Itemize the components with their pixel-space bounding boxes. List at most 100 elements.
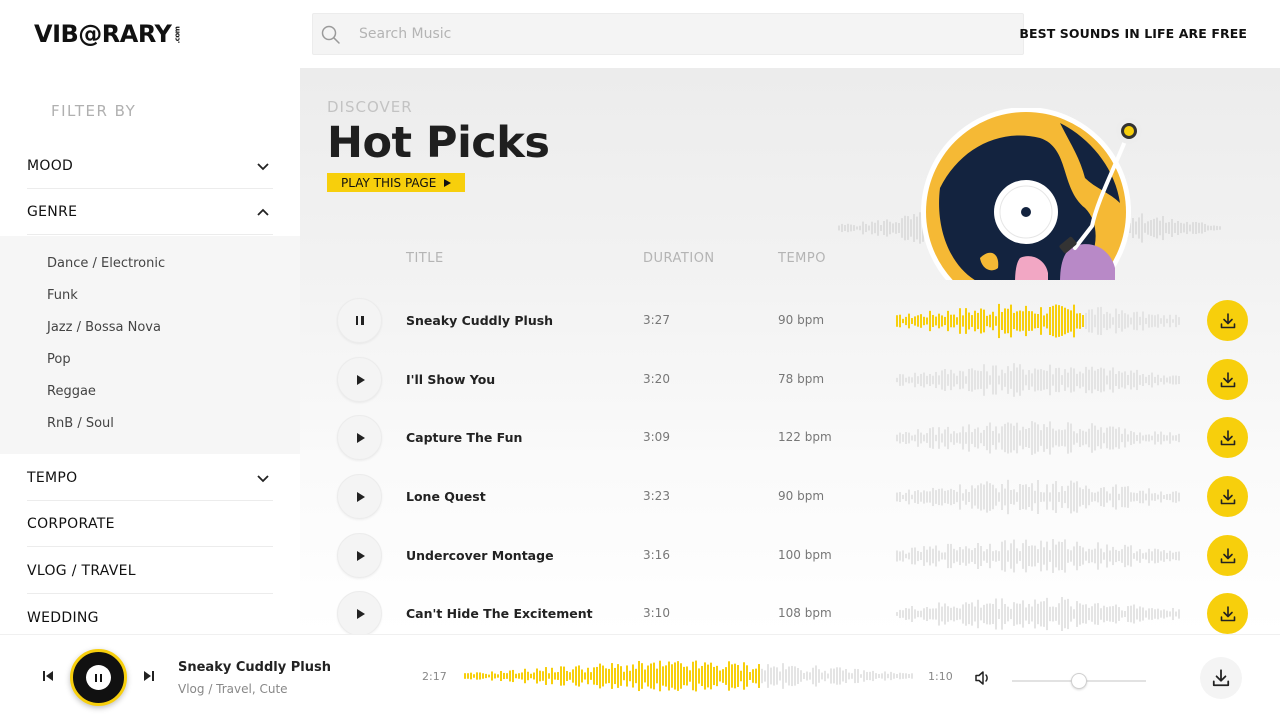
track-title[interactable]: Capture The Fun xyxy=(406,430,522,445)
waveform-bar xyxy=(1169,550,1171,562)
waveform-bar xyxy=(1007,550,1009,562)
waveform-bar xyxy=(1136,311,1138,331)
download-button[interactable] xyxy=(1207,300,1248,341)
pause-button[interactable] xyxy=(337,298,382,343)
waveform-bar xyxy=(1094,425,1096,451)
waveform-bar xyxy=(920,610,922,618)
track-row[interactable]: Lone Quest 3:23 90 bpm xyxy=(300,468,1280,526)
search-bar[interactable] xyxy=(312,13,1024,55)
download-button[interactable] xyxy=(1207,535,1248,576)
genre-reggae[interactable]: Reggae xyxy=(47,384,96,399)
track-waveform[interactable] xyxy=(896,361,1182,399)
waveform-bar xyxy=(1154,609,1156,619)
waveform-bar xyxy=(1178,375,1180,385)
genre-funk[interactable]: Funk xyxy=(47,288,78,303)
waveform-bar xyxy=(1091,309,1093,333)
waveform-bar xyxy=(533,672,535,680)
track-waveform[interactable] xyxy=(896,537,1182,575)
track-title[interactable]: Can't Hide The Excitement xyxy=(406,606,593,621)
genre-jazz-bossa-nova[interactable]: Jazz / Bossa Nova xyxy=(47,320,161,335)
waveform-bar xyxy=(983,309,985,333)
waveform-bar xyxy=(977,427,979,449)
volume-slider[interactable] xyxy=(1012,673,1146,689)
waveform-bar xyxy=(917,429,919,447)
waveform-bar xyxy=(902,550,904,562)
play-button[interactable] xyxy=(337,357,382,402)
waveform-bar xyxy=(932,427,934,449)
track-waveform[interactable] xyxy=(896,302,1182,340)
track-row[interactable]: Undercover Montage 3:16 100 bpm xyxy=(300,527,1280,585)
track-title[interactable]: Undercover Montage xyxy=(406,548,554,563)
waveform-bar xyxy=(905,492,907,502)
play-button[interactable] xyxy=(337,474,382,519)
waveform-bar xyxy=(1159,220,1161,236)
waveform-bar xyxy=(1031,311,1033,331)
filter-genre[interactable]: GENRE xyxy=(27,189,273,235)
logo[interactable]: VIB@RARY .com xyxy=(34,20,186,48)
waveform-bar xyxy=(911,377,913,383)
waveform-bar xyxy=(938,375,940,385)
waveform-bar xyxy=(998,433,1000,443)
track-row[interactable]: I'll Show You 3:20 78 bpm xyxy=(300,351,1280,409)
track-row[interactable]: Capture The Fun 3:09 122 bpm xyxy=(300,409,1280,467)
track-waveform[interactable] xyxy=(896,595,1182,633)
skip-previous-icon[interactable] xyxy=(41,669,55,683)
waveform-bar xyxy=(863,670,865,682)
track-row[interactable]: Can't Hide The Excitement 3:10 108 bpm xyxy=(300,585,1280,634)
track-title[interactable]: Lone Quest xyxy=(406,489,486,504)
waveform-bar xyxy=(980,371,982,389)
player-download-button[interactable] xyxy=(1200,657,1242,699)
play-button[interactable] xyxy=(337,415,382,460)
player-waveform-seekbar[interactable] xyxy=(464,659,916,693)
genre-rnb-soul[interactable]: RnB / Soul xyxy=(47,416,114,431)
track-duration: 3:27 xyxy=(643,313,670,327)
filter-vlog-travel[interactable]: VLOG / TRAVEL xyxy=(27,548,273,594)
download-button[interactable] xyxy=(1207,417,1248,458)
skip-next-icon[interactable] xyxy=(142,669,156,683)
volume-icon[interactable] xyxy=(974,670,992,686)
waveform-bar xyxy=(916,216,918,240)
track-title[interactable]: Sneaky Cuddly Plush xyxy=(406,313,553,328)
filter-corporate[interactable]: CORPORATE xyxy=(27,501,273,547)
track-title[interactable]: I'll Show You xyxy=(406,372,495,387)
download-button[interactable] xyxy=(1207,593,1248,634)
filter-mood[interactable]: MOOD xyxy=(27,143,273,189)
download-button[interactable] xyxy=(1207,359,1248,400)
track-tempo: 90 bpm xyxy=(778,489,825,503)
track-waveform[interactable] xyxy=(896,478,1182,516)
waveform-bar xyxy=(1019,310,1021,332)
waveform-bar xyxy=(548,673,550,679)
play-button[interactable] xyxy=(337,591,382,634)
search-input[interactable] xyxy=(359,14,999,54)
waveform-bar xyxy=(1034,599,1036,629)
track-row[interactable]: Sneaky Cuddly Plush 3:27 90 bpm xyxy=(300,292,1280,350)
waveform-bar xyxy=(740,670,742,682)
waveform-bar xyxy=(1175,491,1177,503)
play-button[interactable] xyxy=(337,533,382,578)
waveform-bar xyxy=(1037,424,1039,452)
volume-slider-handle[interactable] xyxy=(1071,673,1087,689)
waveform-bar xyxy=(935,490,937,504)
waveform-bar xyxy=(1070,480,1072,514)
genre-pop[interactable]: Pop xyxy=(47,352,71,367)
now-playing-title[interactable]: Sneaky Cuddly Plush xyxy=(178,660,331,675)
waveform-bar xyxy=(764,670,766,682)
waveform-bar xyxy=(968,424,970,452)
play-this-page-button[interactable]: PLAY THIS PAGE xyxy=(327,173,466,192)
filter-tempo[interactable]: TEMPO xyxy=(27,455,273,501)
waveform-bar xyxy=(851,673,853,679)
genre-dance-electronic[interactable]: Dance / Electronic xyxy=(47,256,165,271)
waveform-bar xyxy=(953,373,955,387)
waveform-bar xyxy=(1142,607,1144,621)
download-button[interactable] xyxy=(1207,476,1248,517)
waveform-bar xyxy=(1121,610,1123,618)
waveform-bar xyxy=(1175,611,1177,617)
waveform-bar xyxy=(1157,494,1159,500)
waveform-bar xyxy=(956,491,958,503)
waveform-bar xyxy=(1013,363,1015,397)
track-waveform[interactable] xyxy=(896,419,1182,457)
now-playing-pause-button[interactable] xyxy=(70,649,127,706)
waveform-bar xyxy=(557,672,559,680)
waveform-bar xyxy=(986,425,988,451)
waveform-bar xyxy=(914,491,916,503)
